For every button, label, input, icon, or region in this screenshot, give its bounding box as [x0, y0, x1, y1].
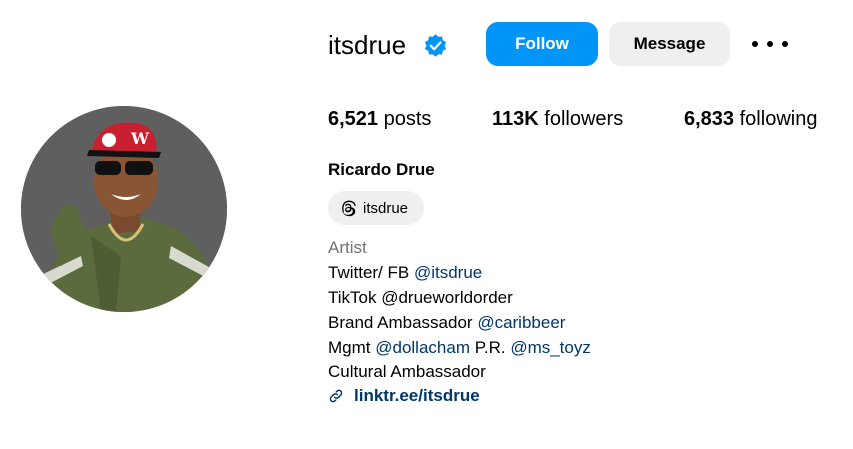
- link-icon: [329, 389, 343, 403]
- bio-text: Brand Ambassador: [328, 313, 478, 332]
- profile-avatar[interactable]: W: [21, 106, 227, 312]
- following-stat[interactable]: 6,833 following: [684, 107, 817, 131]
- full-name: Ricardo Drue: [328, 160, 435, 179]
- followers-label: followers: [544, 108, 624, 130]
- verified-badge-icon: [424, 34, 447, 57]
- mention-link[interactable]: @dollacham: [375, 338, 470, 357]
- profile-username: itsdrue: [328, 30, 407, 60]
- bio-line-twitter: Twitter/ FB @itsdrue: [328, 263, 482, 283]
- mention-link[interactable]: @caribbeer: [477, 313, 565, 332]
- dot: [752, 41, 758, 47]
- mention-link[interactable]: @itsdrue: [414, 263, 482, 282]
- posts-stat: 6,521 posts: [328, 107, 431, 131]
- external-link-row[interactable]: linktr.ee/itsdrue: [328, 386, 480, 406]
- profile-photo: W: [21, 106, 227, 312]
- bio-text: P.R.: [469, 338, 511, 357]
- bio-line-cultural: Cultural Ambassador: [328, 362, 486, 381]
- followers-stat[interactable]: 113K followers: [492, 107, 623, 131]
- external-link[interactable]: linktr.ee/itsdrue: [354, 386, 480, 406]
- dot: [782, 41, 788, 47]
- bio-text: Mgmt: [328, 338, 376, 357]
- svg-text:W: W: [130, 129, 150, 148]
- category-label: Artist: [328, 238, 367, 257]
- threads-link[interactable]: itsdrue: [328, 191, 424, 225]
- bio-line-mgmt: Mgmt @dollacham P.R. @ms_toyz: [328, 338, 591, 358]
- threads-icon: [342, 200, 356, 217]
- more-options-icon[interactable]: [752, 34, 788, 54]
- bio-line-tiktok: TikTok @drueworldorder: [328, 288, 513, 307]
- following-count: 6,833: [684, 108, 735, 130]
- dot: [767, 41, 773, 47]
- posts-count: 6,521: [328, 108, 379, 130]
- message-button[interactable]: Message: [609, 22, 730, 66]
- following-label: following: [739, 108, 818, 130]
- bio-text: Twitter/ FB: [328, 263, 414, 282]
- followers-count: 113K: [492, 108, 539, 130]
- bio-line-brand: Brand Ambassador @caribbeer: [328, 313, 565, 333]
- threads-handle: itsdrue: [363, 199, 409, 217]
- mention-link[interactable]: @ms_toyz: [510, 338, 591, 357]
- posts-label: posts: [383, 108, 432, 130]
- follow-button[interactable]: Follow: [486, 22, 598, 66]
